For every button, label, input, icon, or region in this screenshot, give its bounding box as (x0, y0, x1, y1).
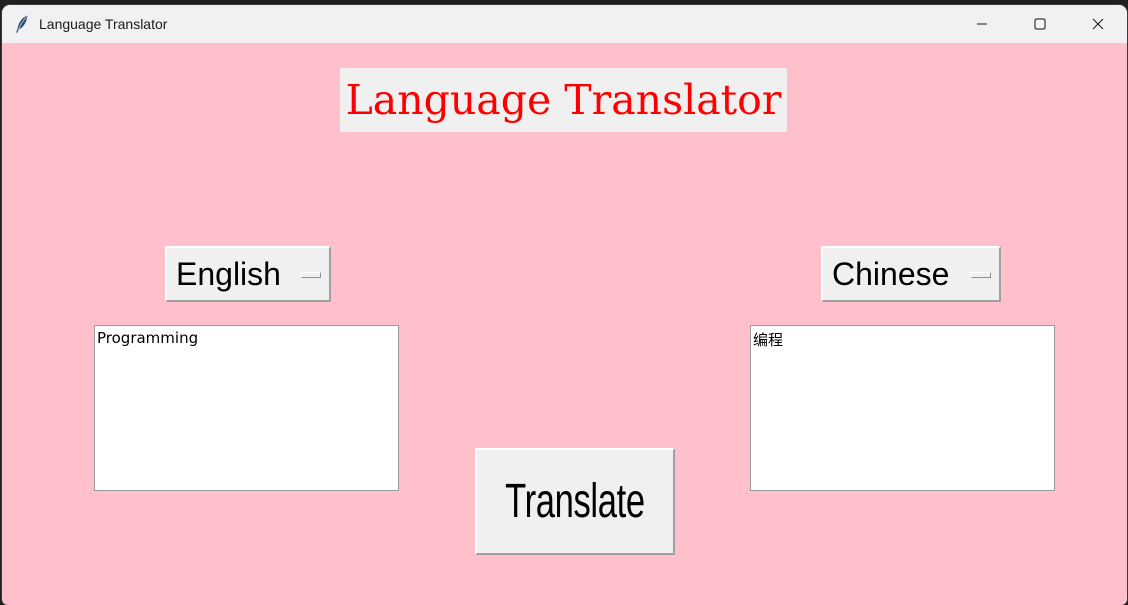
target-language-menu[interactable]: Chinese (821, 246, 1001, 302)
window-title: Language Translator (39, 16, 168, 32)
close-icon (1092, 18, 1104, 30)
maximize-button[interactable] (1011, 5, 1069, 43)
minimize-button[interactable] (953, 5, 1011, 43)
dropdown-indicator-icon (301, 272, 321, 278)
target-text-output[interactable]: 编程 (750, 325, 1055, 491)
translate-button[interactable]: Translate (475, 448, 675, 555)
minimize-icon (977, 23, 987, 25)
source-language-label: English (176, 255, 281, 292)
source-language-menu[interactable]: English (165, 246, 331, 302)
feather-icon (14, 15, 30, 33)
dropdown-indicator-icon (971, 272, 991, 278)
maximize-icon (1034, 18, 1046, 30)
title-bar[interactable]: Language Translator (2, 5, 1127, 43)
source-text-input[interactable]: Programming (94, 325, 399, 491)
app-window: Language Translator Language Translator … (2, 5, 1127, 605)
target-language-label: Chinese (832, 255, 950, 292)
translate-button-label: Translate (505, 475, 645, 528)
close-button[interactable] (1069, 5, 1127, 43)
app-heading: Language Translator (340, 68, 787, 132)
